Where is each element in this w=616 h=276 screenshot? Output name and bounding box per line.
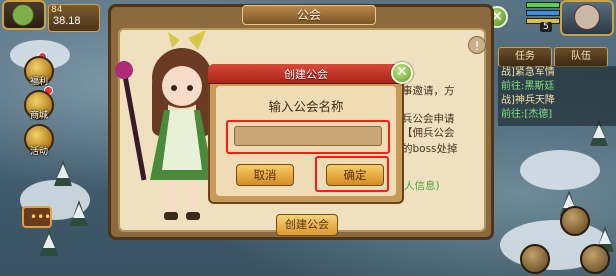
guild-text-line: 事邀请，方 <box>402 85 455 97</box>
cancel-button[interactable]: 取消 <box>236 164 294 186</box>
quest-tracker[interactable]: 战]紧急军情 前往:黑斯廷 战]神兵天降 前往:[杰德] <box>498 66 616 126</box>
quest-line[interactable]: 前往:黑斯廷 <box>498 80 616 94</box>
bag-icon[interactable] <box>560 206 590 236</box>
quest-line[interactable]: 前往:[杰德] <box>498 108 616 122</box>
tab-team[interactable]: 队伍 <box>554 47 608 67</box>
player-power-value: 38.18 <box>53 15 81 27</box>
quest-line[interactable]: 战]紧急军情 <box>498 66 616 80</box>
chat-icon: ••• <box>30 210 52 224</box>
pet-portrait[interactable] <box>560 0 614 36</box>
player-stats-panel: 84 38.18 <box>48 4 100 32</box>
guild-name-prompt: 输入公会名称 <box>268 99 344 114</box>
dialog-title: 创建公会 <box>284 68 328 81</box>
pine-tree <box>54 160 72 186</box>
pine-tree <box>40 230 58 256</box>
guild-info-link[interactable]: 人信息) <box>404 178 440 193</box>
guild-text-line: 兵公会申请 <box>402 113 455 125</box>
create-guild-button[interactable]: 创建公会 <box>276 214 338 236</box>
quest-line[interactable]: 战]神兵天降 <box>498 94 616 108</box>
side-menu-label-activity: 活动 <box>29 147 48 157</box>
guild-text-line: 的boss处掉 <box>402 143 458 155</box>
player-avatar[interactable] <box>2 0 46 30</box>
player-level: 84 <box>51 5 63 15</box>
guild-panel-title: 公会 <box>242 5 376 25</box>
attack-icon[interactable] <box>580 244 610 274</box>
pet-face <box>574 4 600 30</box>
confirm-highlight-box <box>315 156 389 192</box>
guild-description: 事邀请，方 兵公会申请 【佣兵公会 的boss处掉 <box>402 84 492 156</box>
input-highlight-box <box>226 120 390 154</box>
side-menu-label-welfare: 福利 <box>29 77 48 87</box>
guild-text-line: 【佣兵公会 <box>402 127 455 139</box>
snow-patch <box>520 150 600 190</box>
dialog-close-button[interactable]: ✕ <box>391 62 413 84</box>
pet-level-badge: 5 <box>540 22 552 32</box>
hp-bar <box>526 2 560 8</box>
skill-icon[interactable] <box>520 244 550 274</box>
tab-quest[interactable]: 任务 <box>498 47 552 67</box>
mp-bar <box>526 10 560 16</box>
player-portrait <box>12 4 34 26</box>
info-icon[interactable]: ! <box>468 36 486 54</box>
chat-button[interactable]: ••• <box>22 206 52 228</box>
pine-tree <box>70 200 88 226</box>
quest-tab-bar: 任务 队伍 <box>498 44 616 67</box>
side-menu-label-shop: 商城 <box>29 111 48 121</box>
